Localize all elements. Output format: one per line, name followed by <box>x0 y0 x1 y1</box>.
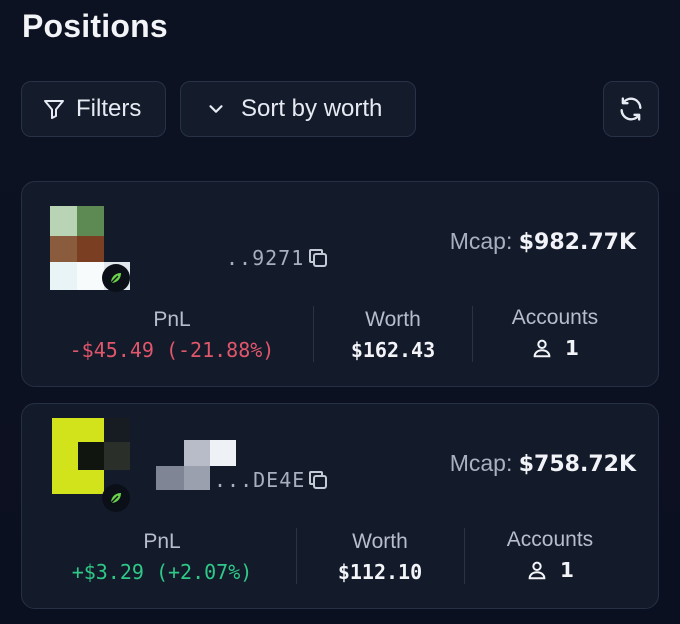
pnl-stat: PnL +$3.29 (+2.07%) <box>42 530 282 584</box>
position-card[interactable]: ...DE4E Mcap: $758.72K PnL +$3.29 (+2.07… <box>21 403 659 609</box>
sort-label: Sort by worth <box>241 95 383 122</box>
sort-button[interactable]: Sort by worth <box>180 81 416 137</box>
platform-badge <box>102 264 130 292</box>
copy-icon[interactable] <box>306 468 330 492</box>
filters-button[interactable]: Filters <box>21 81 166 137</box>
market-cap: Mcap: $758.72K <box>450 450 636 477</box>
worth-stat: Worth $162.43 <box>314 308 472 362</box>
accounts-stat: Accounts 1 <box>473 306 637 360</box>
worth-value: $162.43 <box>350 338 436 362</box>
pnl-label: PnL <box>143 530 181 553</box>
accounts-label: Accounts <box>511 306 599 329</box>
pnl-value: +$3.29 (+2.07%) <box>71 560 253 584</box>
refresh-icon <box>620 97 642 121</box>
copy-icon[interactable] <box>306 246 330 270</box>
mcap-label: Mcap: <box>449 450 513 476</box>
accounts-label: Accounts <box>506 528 594 551</box>
pnl-stat: PnL -$45.49 (-21.88%) <box>42 308 302 362</box>
token-address: ..9271 <box>226 246 305 270</box>
worth-value: $112.10 <box>337 560 423 584</box>
accounts-count: 1 <box>560 558 574 582</box>
mcap-value: $758.72K <box>518 452 636 477</box>
filter-icon <box>44 100 64 119</box>
token-address: ...DE4E <box>214 468 306 492</box>
page-title: Positions <box>22 8 168 44</box>
user-icon <box>533 339 551 358</box>
mcap-value: $982.77K <box>518 230 636 255</box>
token-image <box>52 418 130 494</box>
market-cap: Mcap: $982.77K <box>450 228 636 255</box>
pnl-value: -$45.49 (-21.88%) <box>69 338 275 362</box>
accounts-value: 1 <box>473 336 637 360</box>
accounts-count: 1 <box>565 336 579 360</box>
mcap-label: Mcap: <box>449 228 513 254</box>
worth-label: Worth <box>365 308 421 331</box>
positions-page: Positions Filters Sort by worth ..9271 M… <box>0 0 680 624</box>
platform-badge <box>102 484 130 512</box>
worth-stat: Worth $112.10 <box>297 530 463 584</box>
position-card[interactable]: ..9271 Mcap: $982.77K PnL -$45.49 (-21.8… <box>21 181 659 387</box>
filters-label: Filters <box>76 95 142 122</box>
refresh-button[interactable] <box>603 81 659 137</box>
chevron-down-icon <box>209 105 223 113</box>
accounts-value: 1 <box>465 558 635 582</box>
worth-label: Worth <box>352 530 408 553</box>
pnl-label: PnL <box>153 308 191 331</box>
accounts-stat: Accounts 1 <box>465 528 635 582</box>
user-icon <box>528 561 546 580</box>
leaf-icon <box>110 493 121 504</box>
leaf-icon <box>110 273 121 284</box>
